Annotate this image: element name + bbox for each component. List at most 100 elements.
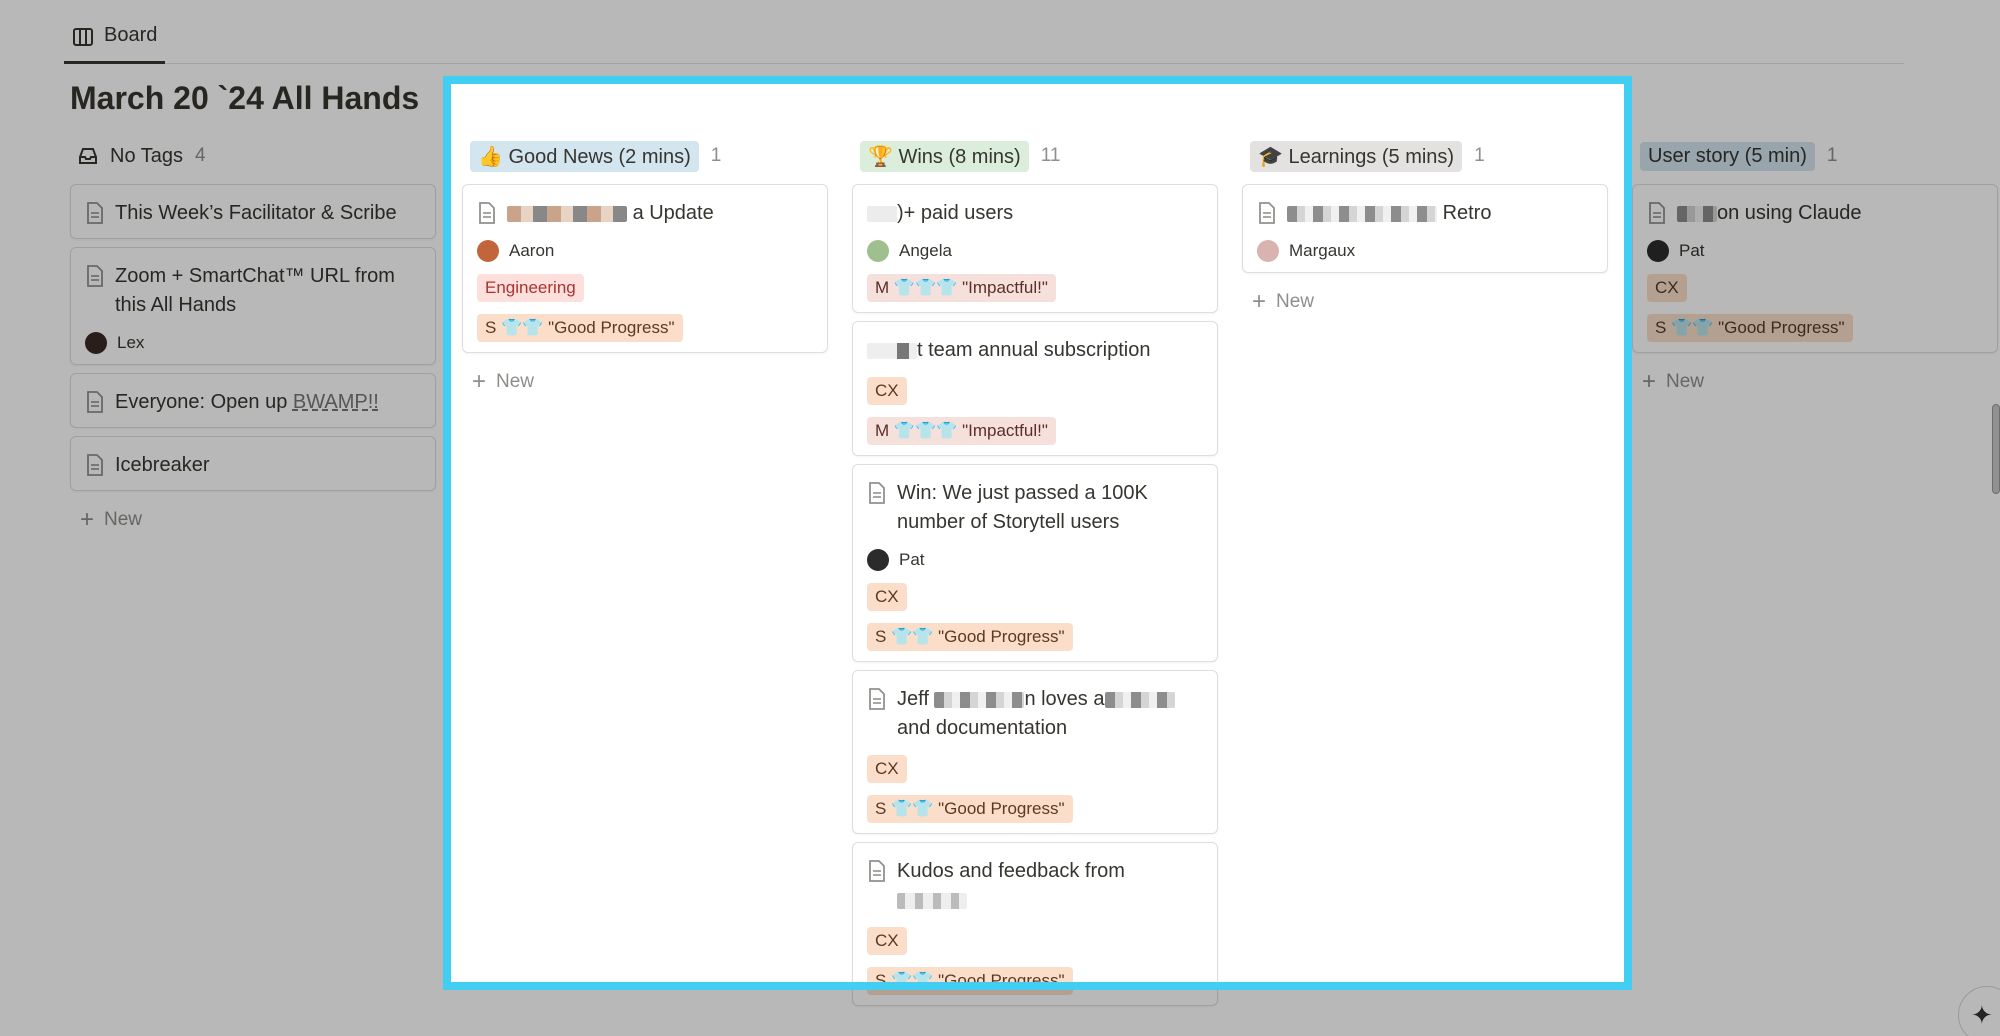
new-label: New xyxy=(496,371,535,392)
avatar xyxy=(867,549,889,571)
page-icon xyxy=(869,688,885,710)
card-title: Zoom + SmartChat™ URL from this All Hand… xyxy=(115,265,395,316)
card-tags: CX S 👕👕 "Good Progress" xyxy=(867,571,1203,651)
tag-size: S 👕👕 "Good Progress" xyxy=(1647,314,1853,342)
card-person: Angela xyxy=(867,240,1203,262)
tag-size: S 👕👕 "Good Progress" xyxy=(867,795,1073,823)
card-person: Pat xyxy=(1647,240,1983,262)
tag-size: S 👕👕 "Good Progress" xyxy=(867,967,1073,995)
card-title: Everyone: Open up BWAMP!! xyxy=(115,391,379,413)
column-header: 🏆 Wins (8 mins) 11 xyxy=(852,136,1218,176)
page-icon xyxy=(87,391,103,413)
card-tags: Engineering S 👕👕 "Good Progress" xyxy=(477,262,813,342)
column-learnings: 🎓 Learnings (5 mins) 1 Retro Margaux + N… xyxy=(1242,136,1608,321)
card-title: This Week’s Facilitator & Scribe xyxy=(115,202,397,224)
new-card-button[interactable]: + New xyxy=(70,501,436,539)
column-count: 11 xyxy=(1040,145,1061,166)
column-header: 👍 Good News (2 mins) 1 xyxy=(462,136,828,176)
tab-board[interactable]: Board xyxy=(64,20,166,64)
column-no-tags: No Tags 4 This Week’s Facilitator & Scri… xyxy=(70,136,436,539)
card[interactable]: This Week’s Facilitator & Scribe xyxy=(70,184,436,239)
card[interactable]: )+ paid users Angela M 👕👕👕 "Impactful!" xyxy=(852,184,1218,313)
page-icon xyxy=(869,860,885,882)
new-card-button[interactable]: + New xyxy=(1242,283,1608,321)
sparkle-icon[interactable]: ✦ xyxy=(1958,986,2000,1036)
column-wins: 🏆 Wins (8 mins) 11 )+ paid users Angela … xyxy=(852,136,1218,1006)
avatar xyxy=(1257,240,1279,262)
card-person: Aaron xyxy=(477,240,813,262)
card-title: Jeff n loves a and documentation xyxy=(897,685,1203,743)
card[interactable]: Jeff n loves a and documentation CX S 👕👕… xyxy=(852,670,1218,834)
scrollbar-handle[interactable] xyxy=(1992,404,2000,494)
card[interactable]: Everyone: Open up BWAMP!! xyxy=(70,373,436,428)
tag-cx: CX xyxy=(867,927,907,955)
column-header: 🎓 Learnings (5 mins) 1 xyxy=(1242,136,1608,176)
card-title: Icebreaker xyxy=(115,454,210,476)
page-icon xyxy=(1259,202,1275,224)
column-title: User story (5 min) xyxy=(1640,141,1815,171)
column-title: 🎓 Learnings (5 mins) xyxy=(1250,140,1463,172)
new-label: New xyxy=(1276,291,1315,312)
plus-icon: + xyxy=(472,368,487,395)
card[interactable]: Zoom + SmartChat™ URL from this All Hand… xyxy=(70,247,436,365)
card[interactable]: Win: We just passed a 100K number of Sto… xyxy=(852,464,1218,662)
person-name: Pat xyxy=(899,550,925,569)
board-icon xyxy=(73,28,93,46)
tag-cx: CX xyxy=(867,583,907,611)
column-header: No Tags 4 xyxy=(70,136,436,176)
view-tabbar: Board xyxy=(64,0,1904,64)
avatar xyxy=(477,240,499,262)
plus-icon: + xyxy=(80,506,95,533)
card[interactable]: Icebreaker xyxy=(70,436,436,491)
inbox-icon xyxy=(79,148,97,164)
new-card-button[interactable]: + New xyxy=(462,363,828,401)
card-title: Win: We just passed a 100K number of Sto… xyxy=(897,482,1148,533)
card-title: a Update xyxy=(507,199,714,228)
card-tags: CX S 👕👕 "Good Progress" xyxy=(867,743,1203,823)
card-tags: CX M 👕👕👕 "Impactful!" xyxy=(867,365,1203,445)
card[interactable]: Retro Margaux xyxy=(1242,184,1608,273)
card-tags: CX S 👕👕 "Good Progress" xyxy=(1647,262,1983,342)
column-title: 🏆 Wins (8 mins) xyxy=(860,140,1029,172)
column-count: 1 xyxy=(1474,145,1485,166)
page-icon xyxy=(87,454,103,476)
tag-size: M 👕👕👕 "Impactful!" xyxy=(867,274,1056,302)
column-count: 1 xyxy=(710,145,722,166)
plus-icon: + xyxy=(1252,288,1267,315)
card-title: Retro xyxy=(1287,199,1491,228)
card-tags: CX S 👕👕 "Good Progress" xyxy=(867,915,1203,995)
card[interactable]: t team annual subscription CX M 👕👕👕 "Imp… xyxy=(852,321,1218,456)
person-name: Lex xyxy=(117,333,145,352)
card-title: Kudos and feedback from xyxy=(897,857,1125,915)
page-icon xyxy=(869,482,885,504)
avatar xyxy=(1647,240,1669,262)
page-title: March 20 `24 All Hands xyxy=(70,80,420,116)
new-card-button[interactable]: + New xyxy=(1632,363,1998,401)
column-count: 1 xyxy=(1826,145,1838,166)
column-header: User story (5 min) 1 xyxy=(1632,136,1998,176)
tag-cx: CX xyxy=(867,755,907,783)
tag-engineering: Engineering xyxy=(477,274,584,302)
card[interactable]: a Update Aaron Engineering S 👕👕 "Good Pr… xyxy=(462,184,828,353)
column-good-news: 👍 Good News (2 mins) 1 a Update Aaron En… xyxy=(462,136,828,401)
card-title: on using Claude xyxy=(1677,199,1862,228)
column-user-story: User story (5 min) 1 on using Claude Pat… xyxy=(1632,136,1998,401)
avatar xyxy=(867,240,889,262)
card[interactable]: on using Claude Pat CX S 👕👕 "Good Progre… xyxy=(1632,184,1998,353)
person-name: Pat xyxy=(1679,241,1705,260)
column-count: 4 xyxy=(195,145,206,166)
column-title: No Tags xyxy=(110,144,184,167)
card-person: Pat xyxy=(867,549,1203,571)
bwamp-link[interactable]: BWAMP!! xyxy=(293,391,379,413)
tag-cx: CX xyxy=(867,377,907,405)
page-icon xyxy=(1649,202,1665,224)
tag-size: S 👕👕 "Good Progress" xyxy=(867,623,1073,651)
card[interactable]: Kudos and feedback from CX S 👕👕 "Good Pr… xyxy=(852,842,1218,1006)
person-name: Aaron xyxy=(509,241,555,260)
plus-icon: + xyxy=(1642,368,1657,395)
page-icon xyxy=(479,202,495,224)
tag-size: M 👕👕👕 "Impactful!" xyxy=(867,417,1056,445)
new-label: New xyxy=(1666,371,1705,392)
person-name: Margaux xyxy=(1289,241,1356,260)
card-tags: M 👕👕👕 "Impactful!" xyxy=(867,262,1203,302)
